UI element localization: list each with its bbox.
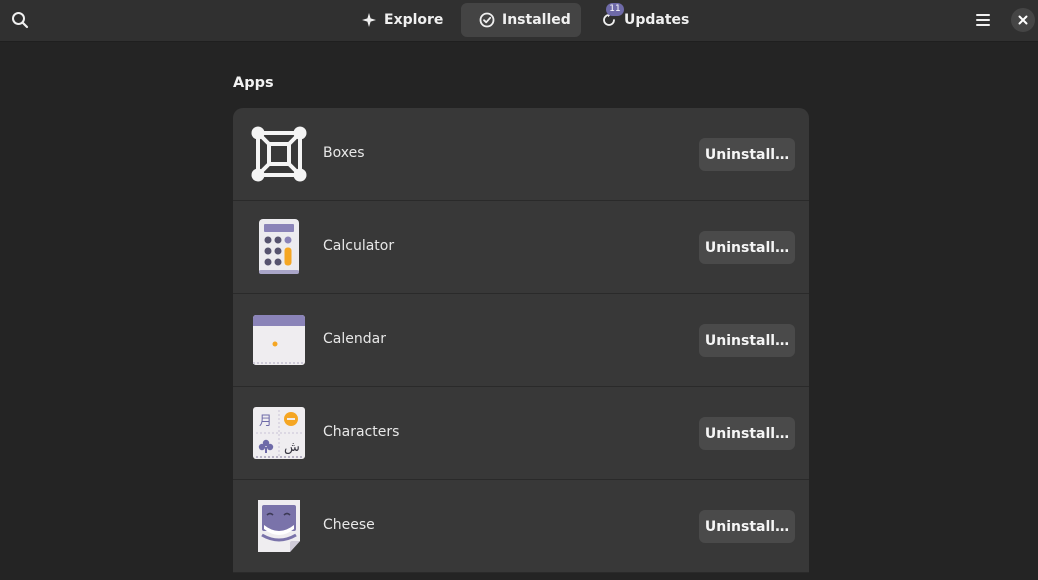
app-row-cheese[interactable]: Cheese Uninstall…: [233, 480, 809, 573]
tab-explore-label: Explore: [384, 12, 444, 28]
uninstall-button-calculator[interactable]: Uninstall…: [699, 231, 795, 264]
tab-installed-label: Installed: [502, 12, 571, 28]
app-name-characters: Characters: [323, 424, 400, 440]
svg-text:ش: ش: [284, 440, 300, 455]
uninstall-button-characters[interactable]: Uninstall…: [699, 417, 795, 450]
app-name-boxes: Boxes: [323, 145, 365, 161]
uninstall-button-boxes[interactable]: Uninstall…: [699, 138, 795, 171]
uninstall-button-calendar[interactable]: Uninstall…: [699, 324, 795, 357]
main-menu-button[interactable]: [967, 4, 999, 36]
section-title-apps: Apps: [233, 75, 274, 91]
close-button[interactable]: [1011, 8, 1035, 32]
explore-icon: [361, 12, 377, 28]
uninstall-button-cheese[interactable]: Uninstall…: [699, 510, 795, 543]
cheese-app-icon: [249, 496, 309, 556]
characters-app-icon: 月 ش: [249, 403, 309, 463]
search-button[interactable]: [4, 4, 36, 36]
view-switcher: Explore Installed 11 Updates: [347, 3, 695, 37]
svg-text:月: 月: [259, 414, 272, 429]
header-bar: Explore Installed 11 Updates: [0, 0, 1038, 42]
tab-updates-label: Updates: [624, 12, 690, 28]
calendar-app-icon: [249, 310, 309, 370]
app-row-calendar[interactable]: Calendar Uninstall…: [233, 294, 809, 387]
tab-explore[interactable]: Explore: [347, 3, 455, 37]
app-row-calculator[interactable]: Calculator Uninstall…: [233, 201, 809, 294]
app-name-cheese: Cheese: [323, 517, 375, 533]
app-row-boxes[interactable]: Boxes Uninstall…: [233, 108, 809, 201]
app-name-calculator: Calculator: [323, 238, 395, 254]
updates-refresh-icon: 11: [601, 3, 624, 28]
hamburger-menu-icon: [976, 14, 990, 26]
tab-updates[interactable]: 11 Updates: [587, 3, 695, 37]
tab-installed[interactable]: Installed: [461, 3, 581, 37]
installed-apps-list: Boxes Uninstall… Calculator Uninstall… C…: [233, 108, 809, 573]
close-icon: [1018, 15, 1028, 25]
updates-count-badge: 11: [606, 3, 624, 16]
app-row-characters[interactable]: 月 ش Characters Uninstall…: [233, 387, 809, 480]
installed-check-icon: [479, 12, 495, 28]
search-icon: [12, 12, 29, 29]
app-name-calendar: Calendar: [323, 331, 386, 347]
boxes-app-icon: [249, 124, 309, 184]
calculator-app-icon: [249, 217, 309, 277]
